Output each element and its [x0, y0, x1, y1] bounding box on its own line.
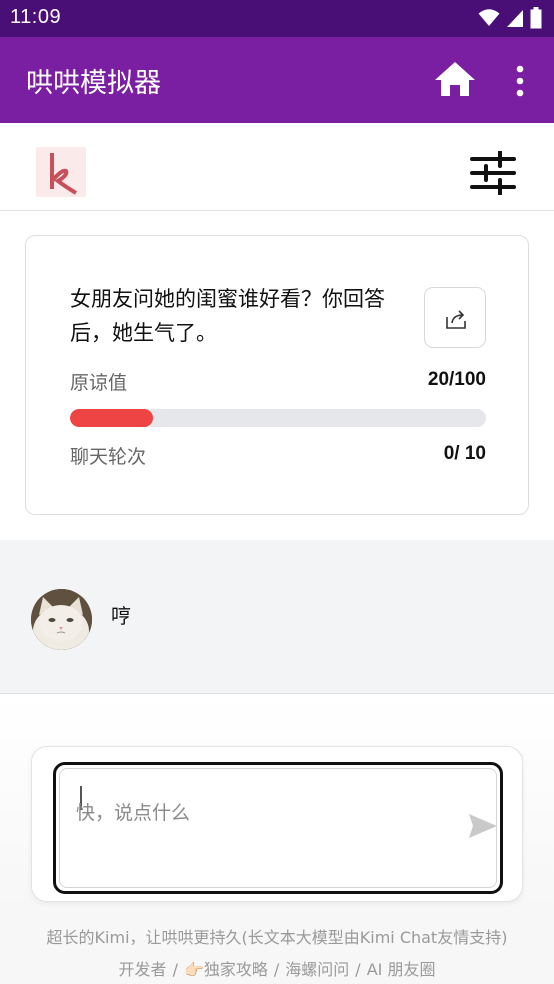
- footer-credit: 超长的Kimi，让哄哄更持久(长文本大模型由Kimi Chat友情支持): [46, 928, 508, 947]
- top-toolbar: [0, 123, 554, 211]
- forgiveness-label: 原谅值: [70, 372, 128, 394]
- footer-separator: /: [172, 960, 178, 979]
- share-icon: [446, 310, 466, 329]
- chat-area: 哼: [0, 540, 554, 694]
- app-logo: [36, 147, 86, 197]
- chat-message: 哼: [111, 604, 131, 628]
- logo-mark-icon: [50, 153, 78, 195]
- wifi-icon: [478, 9, 500, 26]
- app-bar: 哄哄模拟器: [0, 37, 554, 123]
- signal-icon: [507, 10, 523, 27]
- message-input-box: [53, 762, 503, 894]
- more-vert-icon: [516, 65, 524, 97]
- home-button[interactable]: [433, 59, 477, 99]
- forgiveness-progress-fill: [70, 409, 154, 427]
- footer-separator: /: [355, 960, 361, 979]
- send-icon: [469, 814, 497, 838]
- input-card: [31, 746, 523, 902]
- cat-avatar-icon: [31, 589, 92, 650]
- status-time: 11:09: [10, 6, 62, 28]
- battery-icon: [530, 7, 542, 29]
- share-button[interactable]: [424, 287, 486, 348]
- app-title: 哄哄模拟器: [26, 68, 161, 99]
- avatar: [31, 589, 92, 650]
- footer-link-ai-moments[interactable]: AI 朋友圈: [367, 960, 436, 979]
- footer-link-hailuo[interactable]: 海螺问问: [285, 960, 349, 979]
- footer-separator: /: [273, 960, 280, 979]
- status-bar: 11:09: [0, 0, 554, 37]
- status-icons: [478, 7, 542, 29]
- forgiveness-value: 20/100: [427, 369, 486, 390]
- footer: 超长的Kimi，让哄哄更持久(长文本大模型由Kimi Chat友情支持) 开发者…: [0, 910, 554, 984]
- send-button[interactable]: [466, 809, 500, 843]
- footer-links: 开发者 / 👉🏻独家攻略 / 海螺问问 / AI 朋友圈: [0, 956, 554, 980]
- footer-link-guide[interactable]: 👉🏻独家攻略: [184, 960, 268, 979]
- rounds-value: 0/ 10: [443, 443, 486, 464]
- home-icon: [435, 62, 475, 96]
- more-options-button[interactable]: [506, 63, 534, 99]
- scenario-question: 女朋友问她的闺蜜谁好看？你回答后，她生气了。: [70, 287, 385, 345]
- scenario-card: 女朋友问她的闺蜜谁好看？你回答后，她生气了。 原谅值 20/100 聊天轮次 0…: [25, 235, 529, 515]
- sliders-icon: [470, 150, 516, 196]
- message-input[interactable]: [76, 783, 456, 843]
- rounds-label: 聊天轮次: [70, 446, 147, 468]
- settings-button[interactable]: [468, 150, 518, 196]
- footer-link-developer[interactable]: 开发者: [119, 960, 167, 979]
- forgiveness-progress-bar: [70, 409, 486, 427]
